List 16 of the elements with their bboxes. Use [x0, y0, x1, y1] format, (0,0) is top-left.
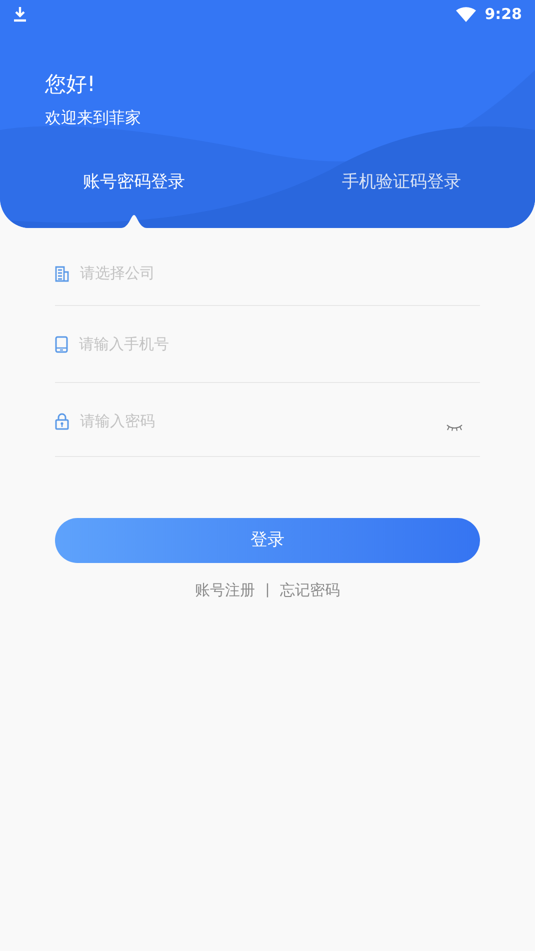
text-link[interactable]: 账号注册: [195, 579, 256, 602]
phone-icon: [55, 336, 68, 352]
building-icon: [55, 266, 69, 282]
lock-icon: [55, 413, 69, 430]
closed-eye-icon[interactable]: [446, 424, 463, 431]
status-time: 9:28: [484, 4, 522, 25]
login-tab[interactable]: 手机验证码登录: [342, 170, 461, 196]
link-separator: |: [265, 580, 270, 600]
login-button[interactable]: 登录: [55, 518, 480, 563]
wifi-icon: [456, 6, 476, 22]
text-link[interactable]: 忘记密码: [280, 579, 340, 602]
greeting-text: 您好!: [45, 71, 96, 98]
tab-indicator: [120, 215, 147, 228]
download-icon: [13, 6, 27, 22]
login-tab[interactable]: 账号密码登录: [82, 170, 185, 196]
welcome-text: 欢迎来到菲家: [45, 107, 142, 129]
